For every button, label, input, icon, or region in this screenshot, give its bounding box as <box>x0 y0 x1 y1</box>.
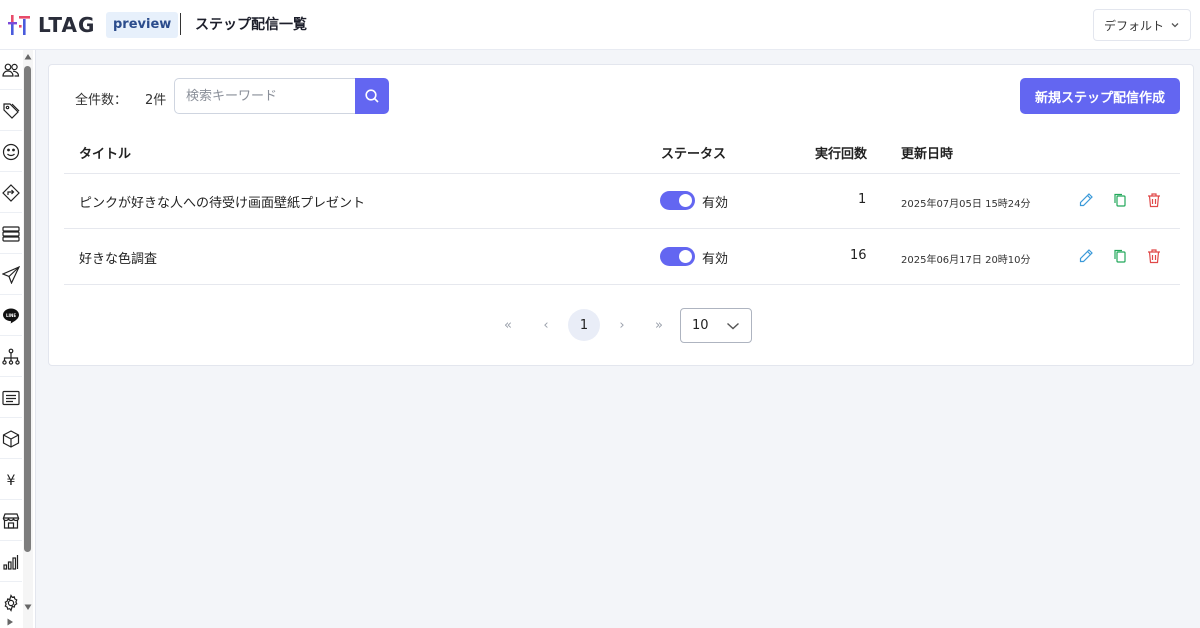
create-step-button[interactable]: 新規ステップ配信作成 <box>1020 78 1180 114</box>
logo[interactable]: LTAG <box>8 12 95 38</box>
per-page-value: 10 <box>692 318 709 333</box>
updated-at: 2025年07月05日 15時24分 <box>901 199 1031 210</box>
scroll-right-arrow-icon[interactable] <box>6 618 14 626</box>
copy-icon <box>1114 249 1126 263</box>
pagination-page-1[interactable]: 1 <box>568 309 600 341</box>
col-header-title[interactable]: タイトル <box>79 143 131 162</box>
delete-button[interactable] <box>1146 248 1162 264</box>
toggle-knob <box>679 250 692 263</box>
trash-icon <box>1148 249 1160 264</box>
app-header: LTAG preview ステップ配信一覧 デフォルト <box>0 0 1200 50</box>
sidebar-item-analytics[interactable] <box>0 542 22 582</box>
pagination-next-button[interactable]: › <box>606 309 638 341</box>
tag-icon <box>3 102 20 119</box>
hierarchy-icon <box>2 348 20 365</box>
pagination-prev-button[interactable]: ‹ <box>530 309 562 341</box>
col-header-status[interactable]: ステータス <box>661 143 726 162</box>
chevron-down-icon <box>727 322 739 330</box>
smile-icon <box>2 143 20 160</box>
row-title[interactable]: ピンクが好きな人への待受け画面壁紙プレゼント <box>79 192 365 211</box>
store-icon <box>2 512 20 529</box>
status-label: 有効 <box>702 252 729 267</box>
svg-text:¥: ¥ <box>7 473 16 489</box>
sidebar-item-products[interactable] <box>0 419 22 459</box>
sidebar-item-settings[interactable] <box>0 583 22 623</box>
pencil-icon <box>1079 193 1093 207</box>
line-icon: LINE <box>3 308 19 323</box>
scroll-down-arrow-icon[interactable] <box>24 603 32 611</box>
preview-badge: preview <box>106 12 179 38</box>
sidebar-item-line[interactable]: LINE <box>0 296 22 336</box>
edit-button[interactable] <box>1078 248 1094 264</box>
status-toggle[interactable] <box>660 247 695 266</box>
total-count-label: 全件数： <box>75 93 128 108</box>
header-divider-line <box>64 173 1180 174</box>
trash-icon <box>1148 193 1160 208</box>
toggle-knob <box>679 194 692 207</box>
list-stack-icon <box>2 225 20 242</box>
pencil-icon <box>1079 249 1093 263</box>
profile-select[interactable]: デフォルト <box>1093 9 1191 41</box>
sidebar-item-hierarchy[interactable] <box>0 337 22 377</box>
profile-select-value: デフォルト <box>1104 18 1165 33</box>
col-header-runs[interactable]: 実行回数 <box>815 143 867 162</box>
logo-text: LTAG <box>38 13 96 37</box>
bar-chart-icon <box>3 554 19 570</box>
search-icon <box>365 89 379 103</box>
sidebar-item-send[interactable] <box>0 255 22 295</box>
svg-text:LINE: LINE <box>6 313 16 318</box>
row-divider-line <box>64 228 1180 229</box>
copy-button[interactable] <box>1112 248 1128 264</box>
per-page-select[interactable]: 10 <box>680 308 752 343</box>
sidebar-item-messages[interactable] <box>0 378 22 418</box>
sidebar: LINE ¥ <box>0 50 36 628</box>
step-list-card: 全件数： 2件 新規ステップ配信作成 タイトル ステータス 実行回数 更新日時 … <box>48 64 1194 366</box>
sidebar-item-friends[interactable] <box>0 132 22 172</box>
sidebar-item-tags[interactable] <box>0 91 22 131</box>
row-divider-line <box>64 284 1180 285</box>
run-count: 1 <box>858 192 867 207</box>
chevron-down-icon <box>1171 23 1179 28</box>
logo-mark-icon <box>8 15 30 35</box>
header-divider <box>180 13 181 35</box>
updated-at: 2025年06月17日 20時10分 <box>901 255 1031 266</box>
users-icon <box>2 63 20 77</box>
sidebar-item-users[interactable] <box>0 50 22 90</box>
row-title[interactable]: 好きな色調査 <box>79 248 157 267</box>
delete-button[interactable] <box>1146 192 1162 208</box>
status-toggle[interactable] <box>660 191 695 210</box>
scroll-up-arrow-icon[interactable] <box>24 53 32 61</box>
total-count-value: 2件 <box>145 93 167 108</box>
status-label: 有効 <box>702 196 729 211</box>
col-header-updated[interactable]: 更新日時 <box>901 143 953 162</box>
copy-button[interactable] <box>1112 192 1128 208</box>
yen-icon: ¥ <box>7 473 16 489</box>
sidebar-item-payments[interactable]: ¥ <box>0 460 22 500</box>
sidebar-item-directions[interactable] <box>0 173 22 213</box>
sidebar-item-lists[interactable] <box>0 214 22 254</box>
pagination-last-button[interactable]: » <box>643 309 675 341</box>
pagination-first-button[interactable]: « <box>492 309 524 341</box>
box-icon <box>2 429 20 448</box>
page-title: ステップ配信一覧 <box>195 17 307 33</box>
edit-button[interactable] <box>1078 192 1094 208</box>
sidebar-scrollbar-thumb[interactable] <box>24 66 31 552</box>
send-icon <box>2 265 20 284</box>
run-count: 16 <box>850 248 867 263</box>
search-input[interactable] <box>174 78 356 114</box>
search-button[interactable] <box>355 78 389 114</box>
message-lines-icon <box>2 390 20 405</box>
copy-icon <box>1114 193 1126 207</box>
diamond-direction-icon <box>2 183 20 202</box>
gear-icon <box>4 594 18 612</box>
sidebar-item-store[interactable] <box>0 501 22 541</box>
